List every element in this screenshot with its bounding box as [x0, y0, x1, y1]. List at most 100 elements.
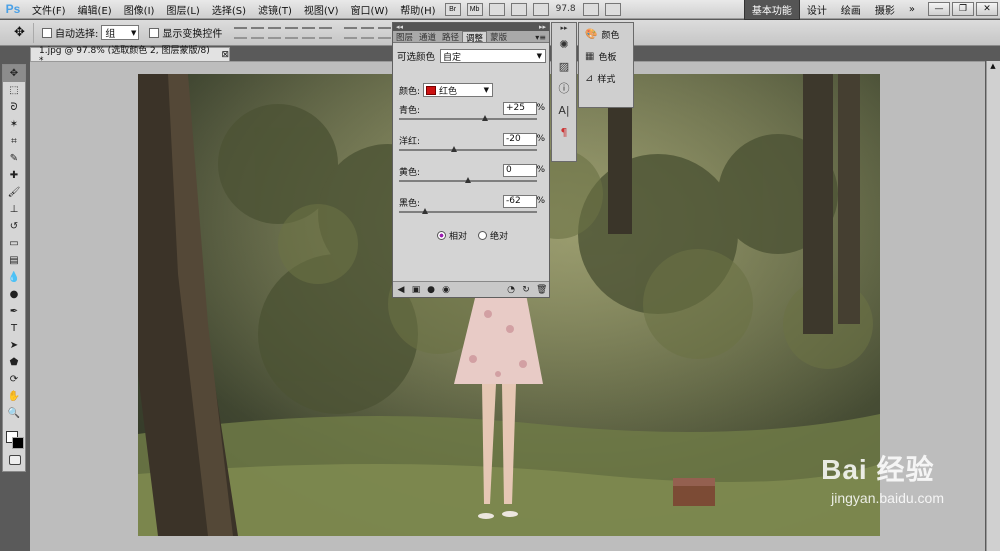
menu-image[interactable]: 图像(I) — [118, 2, 161, 17]
align-hcenter-icon[interactable] — [302, 26, 316, 39]
panel-swatches[interactable]: ▦ 色板 — [579, 45, 633, 67]
eyedropper-tool-icon[interactable]: ✎ — [3, 150, 25, 167]
reset-icon[interactable]: ↻ — [521, 285, 531, 295]
slider-knob[interactable] — [421, 208, 428, 214]
align-top-icon[interactable] — [234, 26, 248, 39]
lasso-tool-icon[interactable]: ᘐ — [3, 99, 25, 116]
paragraph-icon[interactable]: ¶ — [552, 121, 576, 143]
cyan-value-input[interactable]: +25 — [503, 102, 537, 115]
hand-tool-icon[interactable]: ✋ — [3, 388, 25, 405]
minimize-button[interactable]: — — [928, 2, 950, 16]
zoom-tool-icon[interactable]: 🔍 — [3, 405, 25, 422]
magenta-value-input[interactable]: -20 — [503, 133, 537, 146]
menu-file[interactable]: 文件(F) — [26, 2, 72, 17]
menu-select[interactable]: 选择(S) — [206, 2, 252, 17]
color-dropdown[interactable]: 红色 ▼ — [423, 83, 494, 97]
panel-menu-icon[interactable]: ▾≡ — [535, 33, 549, 42]
magic-wand-tool-icon[interactable]: ✶ — [3, 116, 25, 133]
mini-bridge-button[interactable]: Mb — [466, 2, 483, 16]
vertical-scrollbar[interactable] — [986, 61, 1000, 551]
relative-radio[interactable] — [437, 231, 446, 240]
shape-tool-icon[interactable]: ⬟ — [3, 354, 25, 371]
slider-knob[interactable] — [450, 146, 457, 152]
3d-rotate-tool-icon[interactable]: ⟳ — [3, 371, 25, 388]
trash-icon[interactable]: 🗑 — [536, 285, 547, 295]
slider-knob[interactable] — [464, 177, 471, 183]
crop-tool-icon[interactable]: ⌗ — [3, 133, 25, 150]
panel-titlebar[interactable]: ◂◂ ▸▸ — [393, 23, 549, 31]
back-arrow-icon[interactable]: ◀ — [396, 285, 406, 295]
workspace-essentials[interactable]: 基本功能 — [743, 0, 800, 20]
menu-filter[interactable]: 滤镜(T) — [252, 2, 298, 17]
auto-select-checkbox[interactable] — [42, 27, 52, 38]
brush-tool-icon[interactable]: 🖌 — [3, 184, 25, 201]
tab-layers[interactable]: 图层 — [393, 31, 416, 43]
dodge-tool-icon[interactable]: ● — [3, 286, 25, 303]
restore-button[interactable]: ❐ — [952, 2, 974, 16]
image-icon[interactable]: ▨ — [552, 55, 576, 77]
healing-brush-tool-icon[interactable]: ✚ — [3, 167, 25, 184]
arrange-documents-icon[interactable] — [582, 2, 599, 16]
align-left-icon[interactable] — [285, 26, 299, 39]
panel-color[interactable]: 🎨 颜色 — [579, 23, 633, 45]
slider-knob[interactable] — [481, 115, 488, 121]
preset-dropdown[interactable]: 自定 ▼ — [440, 49, 547, 63]
info-icon[interactable]: ⓘ — [552, 77, 576, 99]
bridge-button[interactable]: Br — [444, 2, 461, 16]
history-brush-tool-icon[interactable]: ↺ — [3, 218, 25, 235]
view-extras-icon[interactable] — [488, 2, 505, 16]
distribute-vcenter-icon[interactable] — [361, 26, 375, 39]
align-right-icon[interactable] — [319, 26, 333, 39]
slider-track[interactable] — [399, 118, 537, 120]
character-icon[interactable]: A| — [552, 99, 576, 121]
workspace-painting[interactable]: 绘画 — [834, 0, 868, 19]
quick-mask-icon[interactable] — [9, 455, 21, 465]
hand-tool-icon[interactable] — [510, 2, 527, 16]
document-tab[interactable]: 1.jpg @ 97.8% (选取颜色 2, 图层蒙版/8) * ⊠ — [30, 46, 230, 66]
clone-stamp-tool-icon[interactable]: ⊥ — [3, 201, 25, 218]
panel-styles[interactable]: ⊿ 样式 — [579, 67, 633, 89]
panel-view-icon[interactable]: ▣ — [411, 285, 421, 295]
marquee-tool-icon[interactable]: ⬚ — [3, 82, 25, 99]
yellow-value-input[interactable]: 0 — [503, 164, 537, 177]
background-color-swatch[interactable] — [12, 437, 24, 449]
panel-collapse-icon[interactable]: ◂◂ — [396, 23, 403, 31]
align-bottom-icon[interactable] — [268, 26, 282, 39]
auto-select-dropdown[interactable]: 组 ▼ — [101, 25, 140, 40]
panel-expand-icon[interactable]: ▸▸ — [539, 23, 546, 31]
pen-tool-icon[interactable]: ✒ — [3, 303, 25, 320]
blur-tool-icon[interactable]: 💧 — [3, 269, 25, 286]
tab-paths[interactable]: 路径 — [439, 31, 462, 43]
workspace-design[interactable]: 设计 — [800, 0, 834, 19]
menu-help[interactable]: 帮助(H) — [394, 2, 441, 17]
zoom-tool-icon[interactable] — [532, 2, 549, 16]
scroll-up-arrow-icon[interactable]: ▲ — [988, 62, 998, 72]
visibility-eye-icon[interactable]: ◉ — [441, 285, 451, 295]
screen-mode-icon[interactable] — [604, 2, 621, 16]
document-close-icon[interactable]: ⊠ — [221, 50, 229, 60]
show-transform-checkbox[interactable] — [149, 27, 160, 38]
absolute-radio[interactable] — [478, 231, 488, 240]
menu-edit[interactable]: 编辑(E) — [72, 2, 118, 17]
tab-channels[interactable]: 通道 — [416, 31, 439, 43]
eraser-tool-icon[interactable]: ▭ — [3, 235, 25, 252]
workspace-more[interactable]: » — [902, 2, 922, 17]
menu-view[interactable]: 视图(V) — [298, 2, 345, 17]
distribute-bottom-icon[interactable] — [378, 26, 392, 39]
tab-masks[interactable]: 蒙版 — [487, 31, 510, 43]
dock-collapse-icon[interactable]: ▸▸ — [552, 23, 576, 33]
previous-state-icon[interactable]: ◔ — [506, 285, 516, 295]
adjustments-sun-icon[interactable]: ✺ — [552, 33, 576, 55]
move-tool-preset-icon[interactable]: ✥ — [6, 22, 34, 43]
path-selection-tool-icon[interactable]: ➤ — [3, 337, 25, 354]
move-tool-icon[interactable]: ✥ — [3, 65, 25, 82]
menu-layer[interactable]: 图层(L) — [160, 2, 205, 17]
distribute-top-icon[interactable] — [344, 26, 358, 39]
slider-track[interactable] — [399, 211, 537, 213]
slider-track[interactable] — [399, 149, 537, 151]
menu-window[interactable]: 窗口(W) — [345, 2, 395, 17]
zoom-level[interactable]: 97.8 — [556, 4, 576, 14]
type-tool-icon[interactable]: T — [3, 320, 25, 337]
workspace-photography[interactable]: 摄影 — [868, 0, 902, 19]
close-button[interactable]: ✕ — [976, 2, 998, 16]
